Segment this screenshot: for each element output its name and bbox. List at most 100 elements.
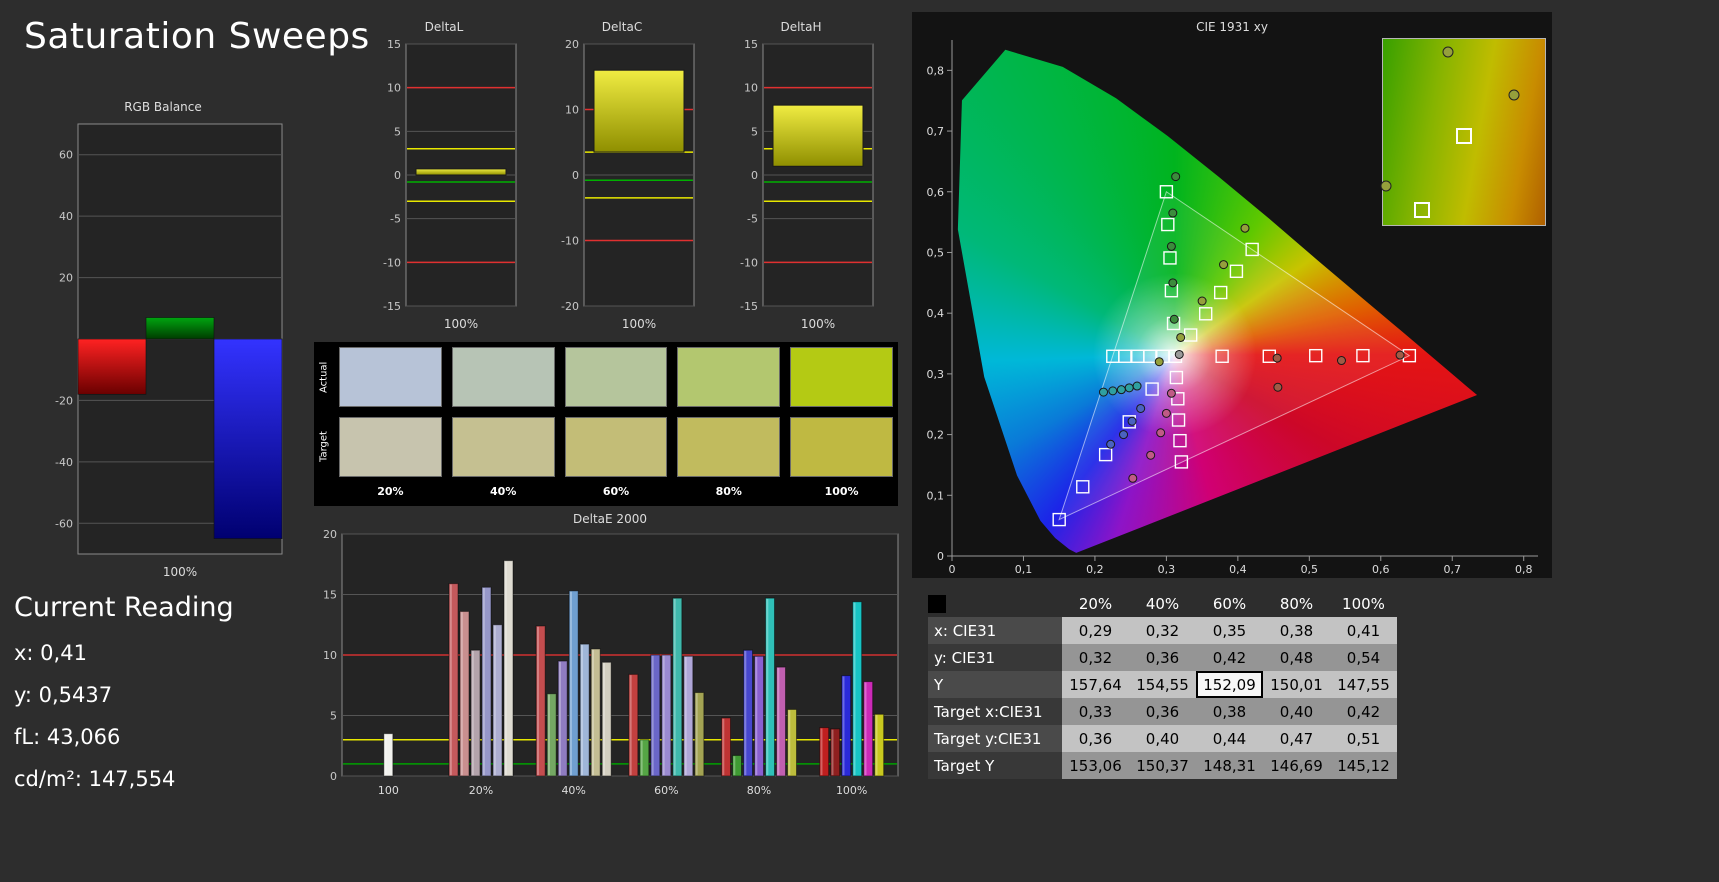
measurement-marker (1169, 314, 1179, 324)
reading-x: x: 0,41 (14, 641, 87, 665)
y-tick-label: 0,7 (927, 125, 945, 138)
swatch-col-label: 80% (715, 485, 742, 498)
y-tick-label: 15 (323, 589, 337, 602)
y-tick-label: 0,6 (927, 186, 945, 199)
inset-measurement-marker (1380, 180, 1392, 192)
swatch-col-label: 100% (824, 485, 859, 498)
table-cell[interactable]: 0,47 (1263, 725, 1330, 752)
table-cell[interactable]: 146,69 (1263, 752, 1330, 779)
table-cell[interactable]: 152,09 (1196, 671, 1263, 698)
measurement-table: 20% 40% 60% 80% 100% x: CIE31 0,29 0,32 0,35 0,38… (928, 590, 1397, 779)
y-tick-label: -15 (383, 300, 401, 313)
inset-measurement-marker (1442, 46, 1454, 58)
cie-chart-panel: CIE 1931 xy 0 0,1 0,2 0,3 0,4 0,5 0,6 0,7 0,8 0 0,… (912, 12, 1552, 578)
measurement-marker (1197, 296, 1207, 306)
y-tick-label: 20 (565, 38, 579, 51)
table-cell[interactable]: 0,44 (1196, 725, 1263, 752)
delta-h-chart: DeltaH 15 10 5 0 -5 -10 -15 100% (725, 20, 877, 336)
measurement-marker (1176, 332, 1186, 342)
rgb-balance-title: RGB Balance (124, 100, 202, 114)
measurement-marker (1219, 260, 1229, 270)
delta-c-chart: DeltaC 20 10 0 -10 -20 100% (546, 20, 698, 336)
table-cell[interactable]: 0,32 (1129, 617, 1196, 644)
measurement-marker (1108, 386, 1118, 396)
green-bar (145, 317, 215, 340)
rgb-balance-plot: 60 40 20 -20 -40 -60 100% (38, 116, 288, 586)
measurement-marker (1240, 223, 1250, 233)
swatch-target-60% (564, 417, 668, 477)
row-label: Target y:CIE31 (928, 725, 1062, 752)
group-label: 20% (469, 784, 493, 797)
table-cell[interactable]: 0,41 (1330, 617, 1397, 644)
blue-bar (213, 338, 283, 539)
delta-bar (772, 104, 864, 167)
table-cell[interactable]: 0,35 (1196, 617, 1263, 644)
table-cell[interactable]: 0,42 (1196, 644, 1263, 671)
x-tick-label: 0,6 (1372, 563, 1390, 576)
y-tick-label: -20 (55, 394, 73, 407)
x-tick-label: 0,4 (1229, 563, 1247, 576)
table-cell[interactable]: 0,42 (1330, 698, 1397, 725)
y-tick-label: 5 (330, 710, 337, 723)
rgb-balance-svg: 60 40 20 -20 -40 -60 100% (55, 123, 283, 579)
group-label: 40% (561, 784, 585, 797)
delta-l-svg: 15 10 5 0 -5 -10 -15 100% (383, 38, 517, 331)
delta-l-title: DeltaL (424, 20, 464, 34)
y-tick-label: 10 (744, 82, 758, 95)
measurement-marker (1124, 383, 1134, 393)
x-tick-label: 0,8 (1515, 563, 1533, 576)
table-cell[interactable]: 0,54 (1330, 644, 1397, 671)
measurement-marker (1174, 349, 1184, 359)
x-label: 100% (163, 565, 197, 579)
table-cell[interactable]: 0,33 (1062, 698, 1129, 725)
table-cell[interactable]: 0,40 (1263, 698, 1330, 725)
row-label: Target x:CIE31 (928, 698, 1062, 725)
measurement-marker (1161, 408, 1171, 418)
delta-h-svg: 15 10 5 0 -5 -10 -15 100% (740, 38, 874, 331)
row-label: y: CIE31 (928, 644, 1062, 671)
measurement-marker (1395, 350, 1405, 360)
table-cell[interactable]: 0,51 (1330, 725, 1397, 752)
swatch-row-label: Target (318, 431, 330, 463)
row-label: x: CIE31 (928, 617, 1062, 644)
row-label: Y (928, 671, 1062, 698)
swatch-target-40% (451, 417, 555, 477)
table-cell[interactable]: 148,31 (1196, 752, 1263, 779)
table-cell[interactable]: 0,36 (1129, 644, 1196, 671)
table-cell[interactable]: 0,40 (1129, 725, 1196, 752)
table-cell[interactable]: 150,37 (1129, 752, 1196, 779)
y-tick-label: -10 (383, 256, 401, 269)
table-cell[interactable]: 0,36 (1129, 698, 1196, 725)
table-cell[interactable]: 150,01 (1263, 671, 1330, 698)
delta-bar (415, 168, 507, 176)
delta-l-chart: DeltaL 15 10 5 0 -5 -10 -15 100% (368, 20, 520, 336)
table-cell[interactable]: 0,48 (1263, 644, 1330, 671)
table-cell[interactable]: 0,29 (1062, 617, 1129, 644)
table-cell[interactable]: 147,55 (1330, 671, 1397, 698)
swatch-actual-80% (677, 347, 781, 407)
red-bar (77, 338, 147, 395)
inset-target-marker (1456, 127, 1472, 144)
measurement-marker (1272, 353, 1282, 363)
swatch-col-label: 40% (490, 485, 517, 498)
y-tick-label: 0 (751, 169, 758, 182)
swatch-target-100% (790, 417, 893, 477)
table-cell[interactable]: 0,36 (1062, 725, 1129, 752)
table-cell[interactable]: 145,12 (1330, 752, 1397, 779)
swatch-actual-60% (564, 347, 668, 407)
table-cell[interactable]: 0,32 (1062, 644, 1129, 671)
y-tick-label: -20 (561, 300, 579, 313)
y-tick-label: 5 (751, 125, 758, 138)
swatch-actual-100% (790, 347, 893, 407)
deltae-2000-svg: 20 15 10 5 0 100 20% 40% 60% 80% 100% (323, 528, 899, 797)
deltae-2000-plot: 20 15 10 5 0 100 20% 40% 60% 80% 100% (316, 528, 904, 812)
delta-c-svg: 20 10 0 -10 -20 100% (561, 38, 695, 331)
table-cell[interactable]: 157,64 (1062, 671, 1129, 698)
table-cell[interactable]: 153,06 (1062, 752, 1129, 779)
deltae-2000-chart: DeltaE 2000 20 15 10 5 0 100 20% 40% 60% 80% 100% (316, 512, 904, 812)
swatch-actual-20% (339, 347, 442, 407)
table-cell[interactable]: 0,38 (1196, 698, 1263, 725)
measurement-marker (1099, 387, 1109, 397)
table-cell[interactable]: 0,38 (1263, 617, 1330, 644)
table-cell[interactable]: 154,55 (1129, 671, 1196, 698)
